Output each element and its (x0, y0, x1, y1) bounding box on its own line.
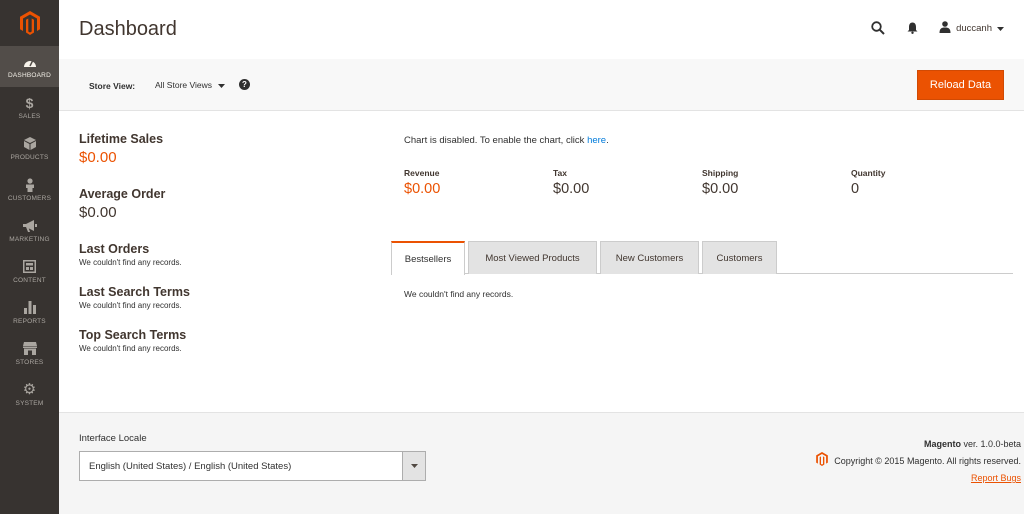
total-label: Quantity (851, 168, 886, 178)
total-label: Shipping (702, 168, 739, 178)
search-icon[interactable] (861, 18, 895, 38)
notification-bell-icon[interactable] (895, 18, 929, 38)
total-quantity: Quantity 0 (851, 168, 885, 197)
last-orders-block: Last Orders We couldn't find any records… (79, 242, 379, 267)
version-line: Magento ver. 1.0.0-beta (816, 437, 1021, 452)
average-order-title: Average Order (79, 187, 166, 201)
report-bugs-link[interactable]: Report Bugs (971, 473, 1021, 483)
interface-locale-value: English (United States) / English (Unite… (89, 461, 292, 472)
store-view-label: Store View: (89, 81, 136, 91)
enable-chart-link[interactable]: here (587, 135, 606, 146)
sidebar-item-label: DASHBOARD (8, 71, 51, 79)
average-order-value: $0.00 (79, 204, 117, 221)
page-footer: Interface Locale English (United States)… (59, 412, 1024, 514)
sidebar-item-dashboard[interactable]: DASHBOARD (0, 46, 59, 87)
total-label: Revenue (404, 168, 440, 178)
layout-icon (23, 260, 36, 274)
page-title: Dashboard (79, 18, 177, 40)
reload-data-button[interactable]: Reload Data (917, 70, 1004, 100)
interface-locale-label: Interface Locale (79, 433, 147, 444)
sidebar-item-customers[interactable]: CUSTOMERS (0, 169, 59, 210)
last-orders-title: Last Orders (79, 242, 150, 256)
megaphone-icon (22, 219, 37, 233)
magento-small-logo-icon (816, 452, 829, 471)
dollar-icon: $ (25, 94, 34, 111)
gear-icon: ⚙ (22, 380, 37, 398)
total-value: $0.00 (702, 181, 739, 197)
last-orders-empty: We couldn't find any records. (79, 258, 182, 267)
total-shipping: Shipping $0.00 (702, 168, 738, 197)
sidebar-item-content[interactable]: CONTENT (0, 251, 59, 292)
sidebar-item-system[interactable]: ⚙ SYSTEM (0, 374, 59, 415)
total-tax: Tax $0.00 (553, 168, 589, 197)
total-value: 0 (851, 181, 860, 197)
dashboard-tabs: Bestsellers Most Viewed Products New Cus… (391, 241, 1013, 275)
last-search-terms-title: Last Search Terms (79, 285, 190, 299)
store-view-dropdown[interactable]: All Store Views (155, 80, 226, 90)
version-text: ver. 1.0.0-beta (960, 439, 1021, 449)
sidebar-item-marketing[interactable]: MARKETING (0, 210, 59, 251)
sidebar-item-label: PRODUCTS (10, 153, 49, 161)
tab-most-viewed-products[interactable]: Most Viewed Products (468, 241, 597, 274)
total-label: Tax (553, 168, 568, 178)
store-view-value: All Store Views (155, 80, 213, 90)
person-icon (25, 177, 35, 192)
tab-customers[interactable]: Customers (702, 241, 777, 274)
magento-logo-icon[interactable] (0, 0, 59, 46)
user-account-menu[interactable]: duccanh (939, 20, 1004, 36)
cube-icon (23, 137, 36, 151)
tab-content-empty: We couldn't find any records. (404, 289, 514, 299)
admin-sidebar: DASHBOARD $ SALES PRODUCTS CUSTOMERS MAR… (0, 0, 59, 514)
bar-chart-icon (23, 301, 36, 315)
copyright-line: Copyright © 2015 Magento. All rights res… (816, 452, 1021, 471)
total-revenue: Revenue $0.00 (404, 168, 440, 197)
speedometer-icon (23, 55, 37, 69)
copyright-text: Copyright © 2015 Magento. All rights res… (834, 456, 1021, 466)
footer-info: Magento ver. 1.0.0-beta Copyright © 2015… (816, 437, 1021, 486)
chart-disabled-message: Chart is disabled. To enable the chart, … (404, 135, 609, 146)
help-icon[interactable]: ? (239, 79, 250, 90)
caret-down-icon (218, 80, 226, 90)
sidebar-item-label: CUSTOMERS (7, 194, 52, 202)
total-value: $0.00 (553, 181, 590, 197)
brand-name: Magento (923, 439, 961, 449)
sidebar-item-reports[interactable]: REPORTS (0, 292, 59, 333)
lifetime-sales-block: Lifetime Sales $0.00 (79, 132, 379, 166)
user-name: duccanh (956, 22, 992, 34)
last-search-terms-empty: We couldn't find any records. (79, 301, 182, 310)
lifetime-sales-title: Lifetime Sales (79, 132, 164, 146)
header-actions: duccanh (861, 18, 1004, 38)
total-value: $0.00 (404, 181, 441, 197)
lifetime-sales-value: $0.00 (79, 149, 117, 166)
top-search-terms-title: Top Search Terms (79, 328, 187, 342)
sidebar-item-label: SALES (18, 112, 41, 120)
top-search-terms-block: Top Search Terms We couldn't find any re… (79, 328, 379, 353)
caret-down-icon (997, 23, 1004, 34)
sidebar-item-sales[interactable]: $ SALES (0, 87, 59, 128)
storefront-icon (22, 342, 37, 356)
caret-down-icon (402, 452, 425, 480)
tab-bestsellers[interactable]: Bestsellers (391, 241, 465, 275)
dashboard-left-column: Lifetime Sales $0.00 Average Order $0.00… (79, 132, 379, 353)
sidebar-item-stores[interactable]: STORES (0, 333, 59, 374)
sidebar-item-label: SYSTEM (15, 399, 44, 407)
tab-new-customers[interactable]: New Customers (600, 241, 699, 274)
average-order-block: Average Order $0.00 (79, 187, 379, 221)
sidebar-item-label: STORES (15, 358, 44, 366)
sidebar-item-label: MARKETING (9, 235, 50, 243)
sidebar-item-products[interactable]: PRODUCTS (0, 128, 59, 169)
last-search-terms-block: Last Search Terms We couldn't find any r… (79, 285, 379, 310)
chart-message-period: . (606, 135, 609, 146)
interface-locale-select[interactable]: English (United States) / English (Unite… (79, 451, 426, 481)
sidebar-item-label: CONTENT (13, 276, 46, 284)
user-icon (939, 20, 951, 36)
chart-message-text: Chart is disabled. To enable the chart, … (404, 135, 588, 146)
store-view-bar: Store View: All Store Views ? Reload Dat… (59, 59, 1024, 111)
sidebar-item-label: REPORTS (13, 317, 46, 325)
top-search-terms-empty: We couldn't find any records. (79, 344, 182, 353)
